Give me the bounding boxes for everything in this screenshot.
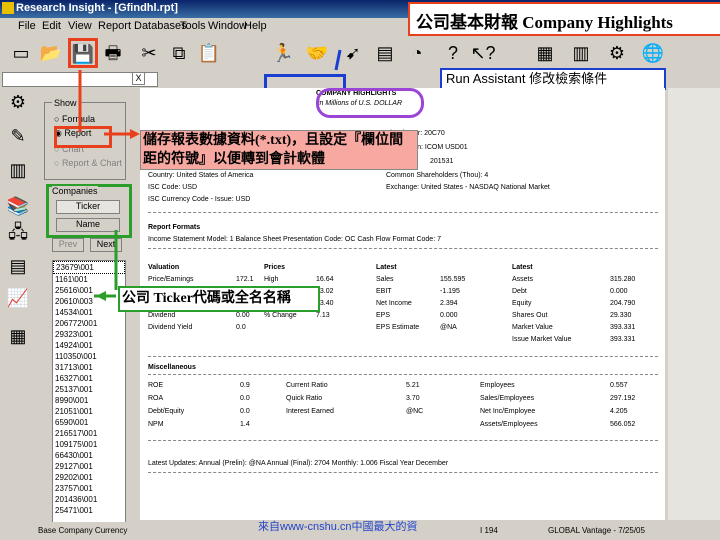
status-right: GLOBAL Vantage - 7/25/05 (548, 526, 645, 535)
annotation-arrows (78, 49, 342, 301)
ticker-arrow-head (96, 291, 106, 301)
run-arrow-line (334, 49, 342, 71)
vertical-scrollbar[interactable] (668, 88, 720, 520)
status-left: Base Company Currency (38, 526, 128, 535)
status-mid: I 194 (480, 526, 498, 535)
save-arrow-head (130, 129, 140, 139)
ticker-annotation: 公司 Ticker代碼或全名名稱 (118, 286, 320, 312)
footer-watermark: 來自www-cnshu.cn中國最大的資 (258, 521, 418, 533)
